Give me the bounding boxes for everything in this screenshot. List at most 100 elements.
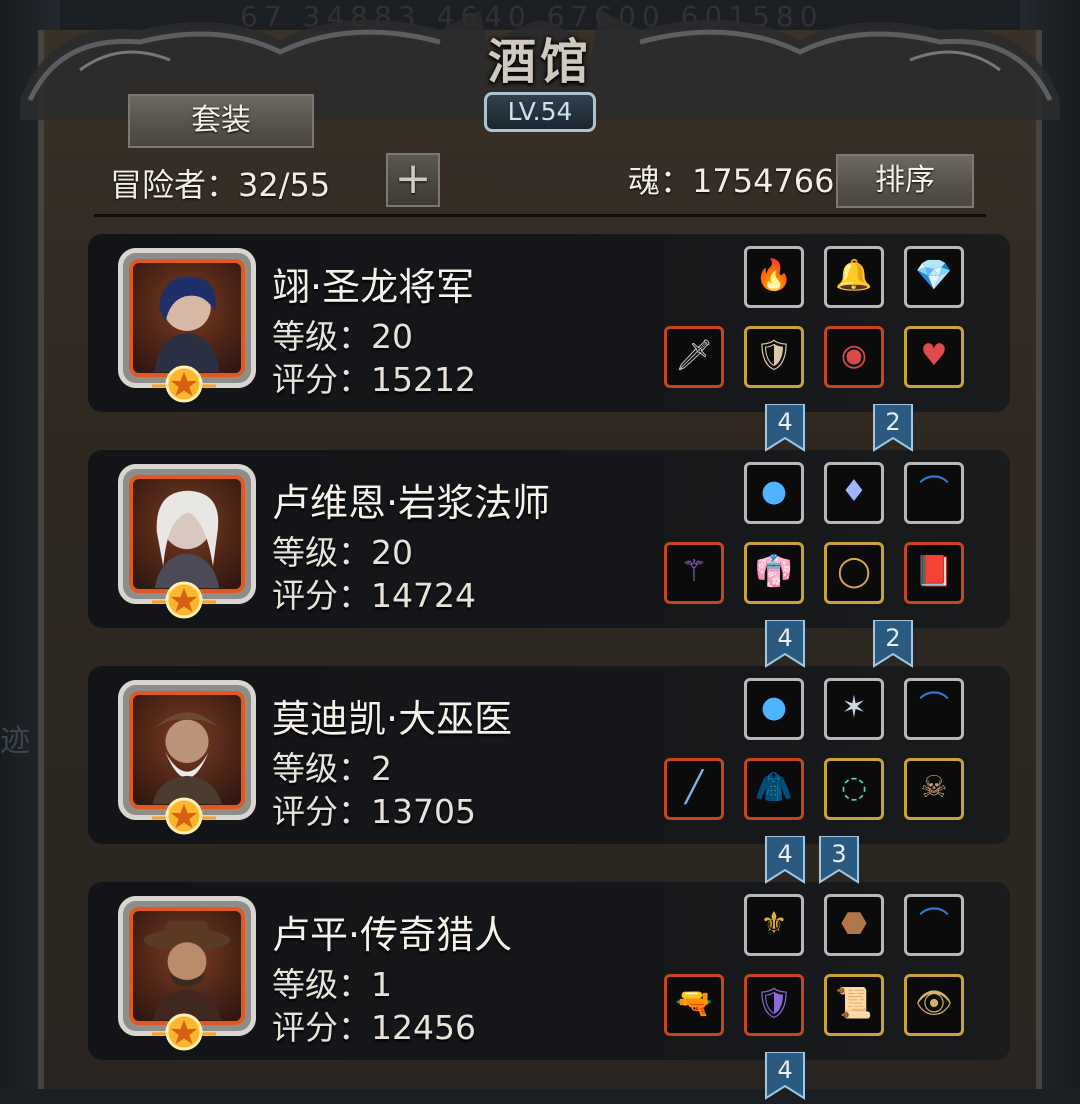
dark-staff-icon: ⚚ <box>680 554 708 589</box>
hero-level: 等级：2 <box>272 749 392 788</box>
background-numbers: 67 34883 4640 67600 601580 <box>240 0 824 30</box>
bell-charm-icon: 🔔 <box>835 258 873 293</box>
equipment-slot[interactable]: ⌒ <box>904 678 964 740</box>
equipment-slot[interactable]: ✶ <box>824 678 884 740</box>
equipment-slot[interactable]: 🔫 <box>664 974 724 1036</box>
set-bonus-count: 2 <box>885 408 901 436</box>
hero-score: 评分：13705 <box>272 792 476 831</box>
set-bonus-count: 4 <box>777 1056 793 1084</box>
equipment-slot[interactable]: 🔥 <box>744 246 804 308</box>
hero-card[interactable]: 莫迪凯·大巫医等级：2 评分：13705 ● ✶ ⌒ ╱ 🧥 ◌ ☠ <box>88 666 1010 844</box>
hero-level: 等级：20 <box>272 317 413 356</box>
equipment-slot[interactable]: 👘 <box>744 542 804 604</box>
equipment-slot[interactable]: 👁 <box>904 974 964 1036</box>
hero-card[interactable]: 卢维恩·岩浆法师等级：20 评分：14724 ● ♦ ⌒ ⚚ 👘 ◯ 📕 <box>88 450 1010 628</box>
blue-orb-icon: ● <box>760 474 788 509</box>
hero-avatar <box>129 691 245 809</box>
fire-orb-icon: 🔥 <box>755 258 793 293</box>
background-text: 迹 <box>0 724 30 759</box>
blue-orb-icon: ● <box>760 690 788 725</box>
heart-amulet-icon: ♥ <box>920 338 948 373</box>
robe-icon: 👘 <box>755 554 793 589</box>
jade-necklace-icon: ◌ <box>840 770 868 805</box>
equipment-slot[interactable]: ⌒ <box>904 462 964 524</box>
equipment-slot[interactable]: 🛡 <box>744 974 804 1036</box>
equipment-slot[interactable]: ◯ <box>824 542 884 604</box>
header-divider <box>94 214 986 217</box>
tavern-level-badge: LV.54 <box>484 92 596 132</box>
hero-level: 等级：1 <box>272 965 392 1004</box>
hero-avatar <box>129 259 245 377</box>
set-bonus-ribbon: 2 <box>872 619 914 668</box>
add-adventurer-button[interactable]: + <box>386 153 440 207</box>
hero-card[interactable]: 卢平·传奇猎人 等级：1 评分：12456 ⚜ ⬣ ⌒ 🔫 🛡 📜 👁 <box>88 882 1010 1060</box>
ice-wand-icon: ╱ <box>684 770 704 805</box>
gold-crest-icon: ⚜ <box>760 906 788 941</box>
set-bonus-count: 4 <box>777 408 793 436</box>
set-bonus-ribbon: 3 <box>818 835 860 884</box>
hero-name: 翊·圣龙将军 <box>272 265 475 309</box>
gold-ring-icon: ◯ <box>837 554 871 589</box>
hero-score: 评分：12456 <box>272 1008 476 1047</box>
flintlock-pistol-icon: 🔫 <box>675 986 713 1021</box>
equipment-slot[interactable]: ♥ <box>904 326 964 388</box>
set-bonus-ribbon: 4 <box>764 403 806 452</box>
equipment-slot[interactable]: ⚚ <box>664 542 724 604</box>
star-rank-icon <box>132 794 236 838</box>
hero-level: 等级：20 <box>272 533 413 572</box>
star-rank-icon <box>132 1010 236 1054</box>
star-rank-icon <box>132 578 236 622</box>
equipment-slot[interactable]: ◌ <box>824 758 884 820</box>
hooded-cloak-icon: 🧥 <box>755 770 793 805</box>
set-bonus-ribbon: 2 <box>872 403 914 452</box>
equipment-slot[interactable]: 🗡 <box>664 326 724 388</box>
purple-gem-icon: 💎 <box>915 258 953 293</box>
equipment-slot[interactable]: ☠ <box>904 758 964 820</box>
adventurer-count: 冒险者：32/55 <box>110 166 331 204</box>
equipment-slot[interactable]: ● <box>744 462 804 524</box>
hero-avatar <box>129 475 245 593</box>
hero-score: 评分：14724 <box>272 576 476 615</box>
equipment-slot[interactable]: ◉ <box>824 326 884 388</box>
equipment-slot[interactable]: 💎 <box>904 246 964 308</box>
dragon-armor-icon: 🛡 <box>754 338 794 373</box>
sort-button[interactable]: 排序 <box>836 154 974 208</box>
greatsword-icon: 🗡 <box>674 338 714 373</box>
set-button[interactable]: 套装 <box>128 94 314 148</box>
spellbook-icon: 📕 <box>915 554 953 589</box>
hero-avatar <box>129 907 245 1025</box>
set-bonus-ribbon: 4 <box>764 1051 806 1100</box>
equipment-slot[interactable]: ♦ <box>824 462 884 524</box>
hero-name: 莫迪凯·大巫医 <box>272 697 513 741</box>
leather-shield-icon: ⬣ <box>840 906 868 941</box>
blue-bow-icon: ⌒ <box>919 906 949 941</box>
page-title: 酒馆 <box>487 34 592 90</box>
set-bonus-count: 3 <box>831 840 847 868</box>
eye-amulet-icon: 👁 <box>914 986 954 1021</box>
set-bonus-count: 2 <box>885 624 901 652</box>
hero-score: 评分：15212 <box>272 360 476 399</box>
hero-card[interactable]: 翊·圣龙将军等级：20 评分：15212 🔥 🔔 💎 🗡 🛡 ◉ ♥ <box>88 234 1010 412</box>
equipment-slot[interactable]: ⚜ <box>744 894 804 956</box>
set-bonus-count: 4 <box>777 624 793 652</box>
blue-bow-icon: ⌒ <box>919 474 949 509</box>
eye-ring-icon: ◉ <box>840 338 868 373</box>
crossed-sigil-icon: ✶ <box>841 690 867 725</box>
skull-mask-icon: ☠ <box>920 770 948 805</box>
set-bonus-ribbon: 4 <box>764 835 806 884</box>
equipment-slot[interactable]: ⬣ <box>824 894 884 956</box>
equipment-slot[interactable]: 🛡 <box>744 326 804 388</box>
set-bonus-count: 4 <box>777 840 793 868</box>
equipment-slot[interactable]: 🧥 <box>744 758 804 820</box>
equipment-slot[interactable]: ╱ <box>664 758 724 820</box>
equipment-slot[interactable]: 📜 <box>824 974 884 1036</box>
soul-count: 魂：1754766 <box>628 162 835 200</box>
hero-name: 卢维恩·岩浆法师 <box>272 481 551 525</box>
star-rank-icon <box>132 362 236 406</box>
purple-armor-icon: 🛡 <box>754 986 794 1021</box>
equipment-slot[interactable]: 📕 <box>904 542 964 604</box>
set-bonus-ribbon: 4 <box>764 619 806 668</box>
equipment-slot[interactable]: ⌒ <box>904 894 964 956</box>
equipment-slot[interactable]: ● <box>744 678 804 740</box>
equipment-slot[interactable]: 🔔 <box>824 246 884 308</box>
